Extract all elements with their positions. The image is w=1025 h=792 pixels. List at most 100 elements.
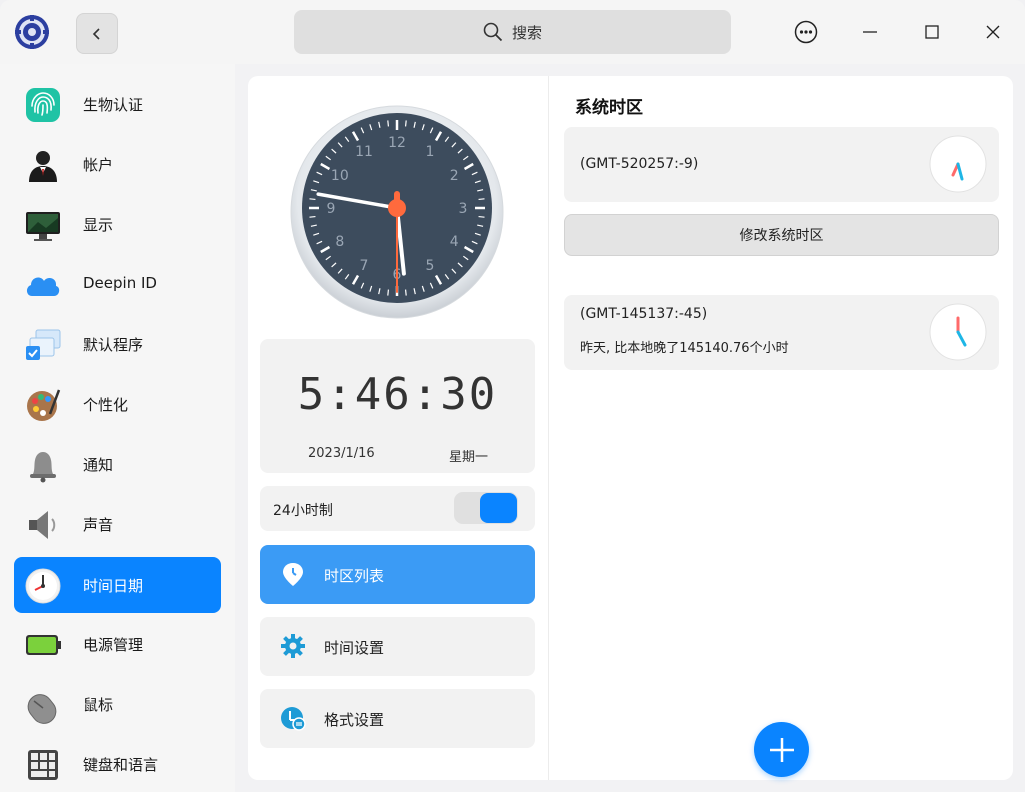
sidebar-item-label: 默认程序 [83, 336, 144, 354]
sidebar-item-label: 帐户 [83, 156, 114, 174]
digital-time: 5:46:30 [297, 369, 498, 420]
clock-number: 5 [426, 258, 435, 274]
sidebar-item-label: 声音 [83, 516, 114, 534]
mouse-icon [27, 694, 57, 724]
close-icon [986, 25, 1000, 39]
system-timezone-name: (GMT-520257:-9) [580, 156, 699, 172]
location-pin-icon [283, 563, 303, 586]
clock-number: 4 [450, 234, 459, 250]
sidebar-item-default-apps[interactable]: 默认程序 [14, 316, 221, 372]
display-icon [26, 212, 60, 241]
control-center-logo-icon [15, 15, 49, 49]
minimize-icon [863, 31, 877, 33]
chevron-left-icon [92, 27, 100, 40]
clock-tick [387, 289, 390, 296]
palette-icon [27, 389, 61, 421]
clock-number: 7 [360, 258, 369, 274]
clock-number: 2 [450, 168, 459, 184]
cloud-icon [26, 277, 60, 296]
search-input[interactable]: 搜索 [294, 10, 731, 54]
search-icon [483, 22, 503, 42]
clock-number: 10 [331, 168, 349, 184]
plus-icon [769, 737, 794, 762]
fingerprint-icon [26, 88, 60, 122]
change-system-timezone-button[interactable]: 修改系统时区 [564, 214, 999, 256]
account-icon [29, 151, 57, 182]
24-hour-format-row: 24小时制 [260, 486, 535, 531]
sidebar-item-display[interactable]: 显示 [14, 196, 221, 252]
sidebar-item-personalization[interactable]: 个性化 [14, 376, 221, 432]
current-weekday: 星期一 [448, 450, 488, 465]
clock-tick [404, 120, 407, 127]
clock-number: 3 [459, 201, 468, 217]
speaker-icon [29, 511, 56, 539]
clock-tick [478, 198, 485, 201]
bell-icon [30, 452, 56, 483]
menu-label: 时间设置 [324, 639, 385, 657]
sidebar-item-label: 个性化 [83, 396, 129, 414]
sidebar-item-datetime[interactable]: 时间日期 [14, 557, 221, 613]
menu-label: 格式设置 [324, 711, 385, 729]
close-button[interactable] [975, 14, 1011, 50]
sidebar-item-deepin-id[interactable]: Deepin ID [14, 256, 221, 312]
maximize-icon [925, 25, 939, 39]
menu-time-settings[interactable]: 时间设置 [260, 617, 535, 676]
sidebar-item-label: 键盘和语言 [83, 756, 159, 774]
minimize-button[interactable] [852, 14, 888, 50]
clock-number: 12 [388, 135, 406, 151]
main-menu-button[interactable] [788, 14, 824, 50]
sidebar-item-account[interactable]: 帐户 [14, 136, 221, 192]
gear-icon [281, 634, 305, 658]
default-apps-icon [26, 329, 61, 360]
sidebar: 生物认证 帐户 显示 Deepin ID 默认程序 个性化 通知 声音 时间日期… [0, 64, 235, 792]
clock-number: 8 [335, 234, 344, 250]
sidebar-item-label: Deepin ID [83, 274, 157, 292]
24-hour-format-toggle[interactable] [454, 492, 518, 524]
keyboard-icon [28, 750, 58, 780]
clock-tick [309, 215, 316, 218]
clock-tick [478, 215, 485, 218]
24-hour-format-label: 24小时制 [273, 503, 333, 519]
back-button[interactable] [76, 13, 118, 54]
sidebar-item-label: 时间日期 [83, 577, 144, 595]
settings-window: 搜索 生物认证 帐户 显示 Deepin ID 默认程序 个性化 通知 声音 时… [0, 0, 1025, 792]
menu-format-settings[interactable]: 格式设置 [260, 689, 535, 748]
clock-tick [387, 120, 390, 127]
clock-tick [404, 289, 407, 296]
menu-timezone-list[interactable]: 时区列表 [260, 545, 535, 604]
add-timezone-button[interactable] [754, 722, 809, 777]
timezone-list-item[interactable]: (GMT-145137:-45) 昨天, 比本地晚了145140.76个小时 [564, 295, 999, 370]
sidebar-item-mouse[interactable]: 鼠标 [14, 676, 221, 732]
clock-center-cap [388, 199, 406, 217]
clock-number: 11 [355, 144, 373, 160]
battery-icon [26, 635, 61, 655]
system-timezone-mini-clock [929, 135, 987, 193]
system-timezone-title: 系统时区 [575, 98, 643, 118]
clock-number: 1 [426, 144, 435, 160]
digital-clock-card: 5:46:30 2023/1/16 星期一 [260, 339, 535, 473]
sidebar-item-label: 显示 [83, 216, 114, 234]
sidebar-item-label: 鼠标 [83, 696, 114, 714]
sidebar-item-notification[interactable]: 通知 [14, 436, 221, 492]
toggle-knob [480, 493, 517, 523]
timezone-mini-clock [929, 303, 987, 361]
timezone-offset-description: 昨天, 比本地晚了145140.76个小时 [580, 341, 789, 356]
sidebar-item-label: 电源管理 [83, 636, 144, 654]
maximize-button[interactable] [914, 14, 950, 50]
sidebar-item-biometric[interactable]: 生物认证 [14, 76, 221, 132]
timezone-name: (GMT-145137:-45) [580, 306, 708, 322]
sidebar-item-keyboard[interactable]: 键盘和语言 [14, 736, 221, 792]
menu-label: 时区列表 [324, 567, 385, 585]
search-placeholder: 搜索 [511, 23, 542, 42]
sidebar-item-label: 生物认证 [83, 96, 144, 114]
titlebar: 搜索 [0, 0, 1025, 64]
clock-number: 9 [327, 201, 336, 217]
analog-clock: 121234567891011 [290, 105, 504, 319]
current-date: 2023/1/16 [308, 446, 375, 461]
time-format-icon [281, 707, 306, 731]
sidebar-item-sound[interactable]: 声音 [14, 496, 221, 552]
more-options-icon [794, 20, 818, 44]
sidebar-item-label: 通知 [83, 456, 114, 474]
sidebar-item-power[interactable]: 电源管理 [14, 616, 221, 672]
system-timezone-card: (GMT-520257:-9) [564, 127, 999, 202]
